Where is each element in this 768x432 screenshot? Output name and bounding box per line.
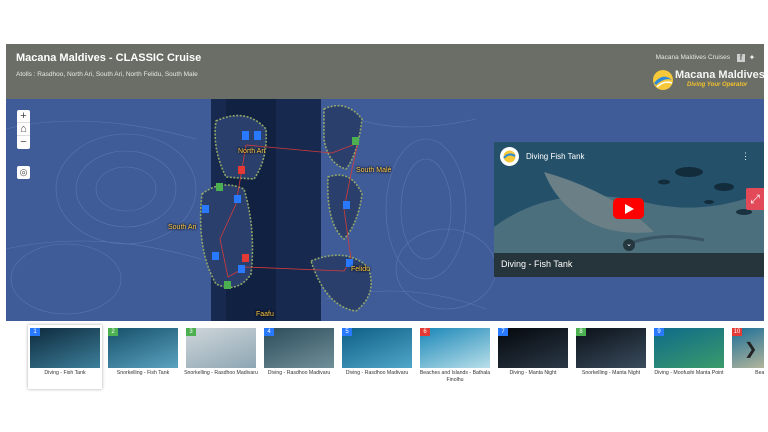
carousel-item[interactable]: 5 Diving - Rasdhoo Madivaru (340, 325, 414, 389)
video-caption-bar: Diving - Fish Tank (494, 253, 764, 277)
thumbnail-image: 8 (576, 328, 646, 368)
page-title: Macana Maldives - CLASSIC Cruise (16, 52, 202, 64)
story-map-frame: Macana Maldives - CLASSIC Cruise Atolls … (6, 44, 764, 394)
logo-name: Macana Maldives (675, 69, 764, 81)
label-felidu: Felidu (351, 266, 371, 273)
item-number-badge: 4 (264, 328, 274, 336)
locate-button[interactable]: ◎ (17, 166, 30, 179)
zoom-in-button[interactable]: + (17, 110, 30, 123)
header-bar: Macana Maldives - CLASSIC Cruise Atolls … (6, 44, 764, 99)
facebook-icon[interactable]: f (737, 54, 745, 62)
twitter-icon[interactable]: ✦ (748, 54, 756, 62)
page-subtitle: Atolls : Rasdhoo, North Ari, South Ari, … (16, 71, 198, 78)
chevron-right-icon[interactable]: ❯ (744, 339, 757, 359)
thumbnail-image: 9 (654, 328, 724, 368)
thumbnail-image: 2 (108, 328, 178, 368)
item-caption: Snorkelling - Fish Tank (116, 370, 170, 376)
map-view[interactable]: + ⌂ − ◎ North Ari South Ari South Malé F… (6, 99, 764, 321)
video-caption: Diving - Fish Tank (501, 259, 573, 269)
item-number-badge: 9 (654, 328, 664, 336)
item-number-badge: 5 (342, 328, 352, 336)
item-number-badge: 10 (732, 328, 742, 336)
carousel-item[interactable]: 6 Beaches and Islands - Bathala Finolhu (418, 325, 492, 389)
label-north-ari: North Ari (238, 148, 266, 155)
cruises-link[interactable]: Macana Maldives Cruises (656, 54, 730, 61)
logo-emblem-icon (653, 70, 673, 90)
channel-logo-icon (503, 150, 516, 163)
item-number-badge: 8 (576, 328, 586, 336)
carousel-item[interactable]: 2 Snorkelling - Fish Tank (106, 325, 180, 389)
video-channel-title[interactable]: Diving Fish Tank (526, 152, 585, 161)
thumbnail-carousel: 1 Diving - Fish Tank 2 Snorkelling - Fish T… (6, 321, 764, 394)
thumbnail-image: 6 (420, 328, 490, 368)
item-caption: Diving - Rasdhoo Madivaru (345, 370, 409, 376)
item-number-badge: 3 (186, 328, 196, 336)
thumbnail-image: 1 (30, 328, 100, 368)
item-caption: Diving - Moofushi Manta Point (654, 370, 724, 376)
label-south-ari: South Ari (168, 224, 197, 231)
carousel-item[interactable]: 8 Snorkelling - Manta Night (574, 325, 648, 389)
brand-logo[interactable]: Macana Maldives Diving Your Operator (651, 66, 764, 94)
channel-logo-icon[interactable] (500, 147, 519, 166)
thumbnail-image: 4 (264, 328, 334, 368)
item-number-badge: 1 (30, 328, 40, 336)
item-number-badge: 2 (108, 328, 118, 336)
item-caption: Diving - Rasdhoo Madivaru (267, 370, 331, 376)
item-caption: Diving - Fish Tank (44, 370, 86, 376)
item-caption: Snorkelling - Rasdhoo Madivaru (184, 370, 258, 376)
home-button[interactable]: ⌂ (17, 123, 30, 136)
label-faafu: Faafu (256, 311, 274, 318)
chevron-down-icon[interactable]: ⌄ (623, 239, 635, 251)
carousel-item[interactable]: 1 Diving - Fish Tank (28, 325, 102, 389)
carousel-item[interactable]: 4 Diving - Rasdhoo Madivaru (262, 325, 336, 389)
share-icon[interactable]: ⤢ (746, 188, 764, 210)
carousel-item[interactable]: 7 Diving - Manta Night (496, 325, 570, 389)
item-number-badge: 7 (498, 328, 508, 336)
zoom-controls: + ⌂ − (17, 110, 30, 149)
item-caption: Bea... Fi... (755, 370, 764, 376)
carousel-item[interactable]: 9 Diving - Moofushi Manta Point (652, 325, 726, 389)
label-south-male: South Malé (356, 167, 392, 174)
thumbnail-image: 7 (498, 328, 568, 368)
video-player[interactable]: Diving Fish Tank ⋮ ⌄ Diving - Fish Tank (494, 142, 764, 277)
item-caption: Snorkelling - Manta Night (581, 370, 641, 376)
item-caption: Beaches and Islands - Bathala Finolhu (419, 370, 491, 383)
carousel-item[interactable]: 3 Snorkelling - Rasdhoo Madivaru (184, 325, 258, 389)
thumbnail-image: 5 (342, 328, 412, 368)
item-number-badge: 6 (420, 328, 430, 336)
logo-tagline: Diving Your Operator (687, 82, 748, 88)
play-button[interactable] (613, 198, 644, 219)
more-options-icon[interactable]: ⋮ (741, 151, 750, 162)
thumbnail-image: 3 (186, 328, 256, 368)
item-caption: Diving - Manta Night (509, 370, 557, 376)
zoom-out-button[interactable]: − (17, 136, 30, 149)
